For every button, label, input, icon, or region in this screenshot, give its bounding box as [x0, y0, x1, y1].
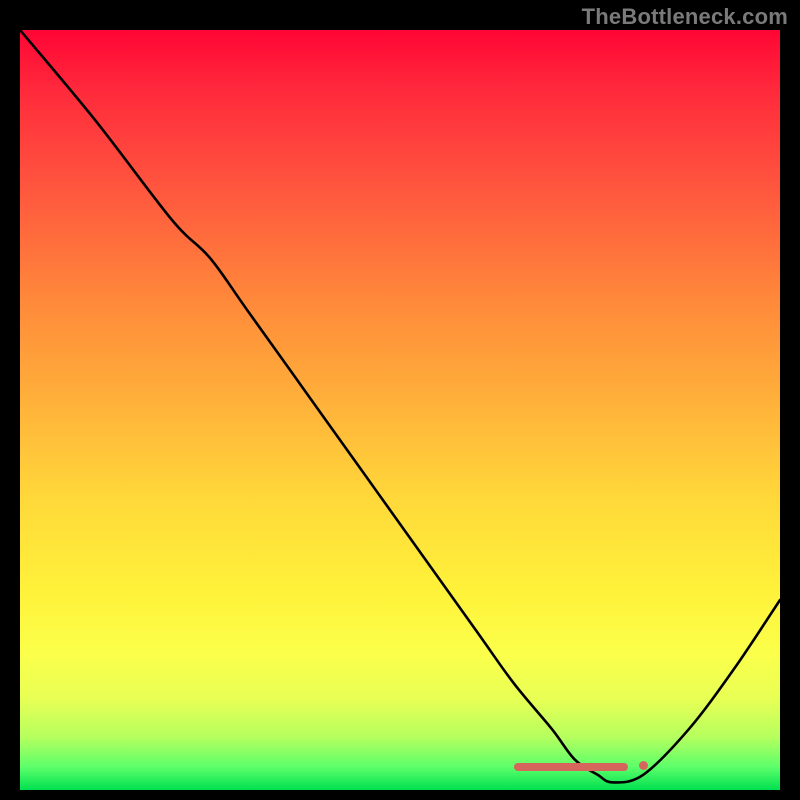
plot-area — [20, 30, 780, 790]
optimal-range-marker-dot — [639, 761, 648, 770]
bottleneck-curve-path — [20, 30, 780, 782]
optimal-range-marker — [514, 763, 628, 771]
bottleneck-curve-svg — [20, 30, 780, 790]
chart-stage: TheBottleneck.com — [0, 0, 800, 800]
watermark-text: TheBottleneck.com — [582, 4, 788, 30]
